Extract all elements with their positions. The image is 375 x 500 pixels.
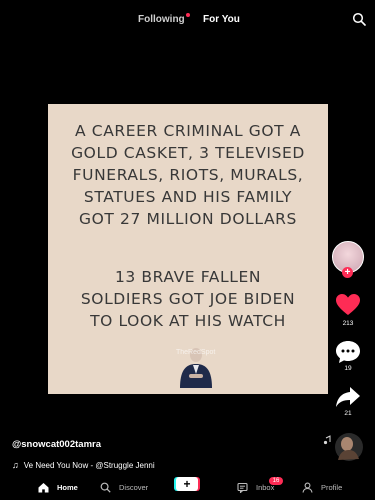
- nav-discover-label: Discover: [119, 483, 149, 492]
- inbox-badge: 16: [269, 477, 283, 485]
- nav-home-label: Home: [57, 483, 78, 492]
- meme-line: GOT 27 MILLION DOLLARS: [79, 210, 297, 228]
- search-icon: [100, 482, 111, 493]
- nav-profile-label: Profile: [321, 483, 343, 492]
- home-icon: [38, 483, 49, 493]
- inbox-icon: [237, 482, 248, 493]
- meme-line: 13 BRAVE FALLEN: [114, 268, 262, 286]
- person-icon: [302, 482, 313, 493]
- meme-line: TO LOOK AT HIS WATCH: [90, 312, 286, 330]
- video-frame[interactable]: A CAREER CRIMINAL GOT A GOLD CASKET, 3 T…: [48, 104, 328, 394]
- sound-title: Ve Need You Now - @Struggle Jenni: [23, 461, 155, 470]
- watermark: TheRedSpot: [176, 349, 216, 356]
- like-count: 213: [342, 320, 354, 327]
- share-arrow-icon[interactable]: [335, 385, 361, 409]
- tab-for-you[interactable]: For You: [203, 14, 240, 25]
- meme-line: SOLDIERS GOT JOE BIDEN: [80, 290, 296, 308]
- meme-line: A CAREER CRIMINAL GOT A: [75, 122, 301, 140]
- bottom-nav: Home Discover + Inbox Profile: [0, 475, 375, 500]
- notification-dot: [185, 13, 190, 17]
- nav-profile[interactable]: Profile: [302, 475, 342, 500]
- music-disc-icon[interactable]: [322, 430, 364, 462]
- music-note-icon: ♫: [12, 460, 19, 470]
- tab-following[interactable]: Following: [138, 13, 190, 25]
- meme-line: STATUES AND HIS FAMILY: [83, 188, 293, 206]
- comment-count: 19: [344, 365, 352, 372]
- tab-for-you-label: For You: [203, 14, 240, 25]
- share-count: 21: [344, 410, 352, 417]
- top-bar: Following For You: [0, 0, 375, 44]
- nav-home[interactable]: Home: [38, 475, 78, 500]
- search-icon[interactable]: [352, 12, 366, 26]
- meme-line: FUNERALS, RIOTS, MURALS,: [72, 166, 304, 184]
- meme-line: GOLD CASKET, 3 TELEVISED: [71, 144, 305, 162]
- create-button[interactable]: +: [176, 477, 198, 491]
- sound-info[interactable]: ♫ Ve Need You Now - @Struggle Jenni: [12, 460, 155, 470]
- heart-icon[interactable]: [335, 293, 361, 317]
- tab-following-label: Following: [138, 14, 185, 25]
- creator-username[interactable]: @snowcat002tamra: [12, 439, 101, 450]
- meme-text-bottom: 13 BRAVE FALLEN SOLDIERS GOT JOE BIDEN T…: [48, 266, 328, 332]
- meme-text-top: A CAREER CRIMINAL GOT A GOLD CASKET, 3 T…: [48, 120, 328, 230]
- nav-discover[interactable]: Discover: [100, 475, 148, 500]
- follow-plus-icon[interactable]: +: [342, 267, 353, 278]
- comment-icon[interactable]: [335, 340, 361, 364]
